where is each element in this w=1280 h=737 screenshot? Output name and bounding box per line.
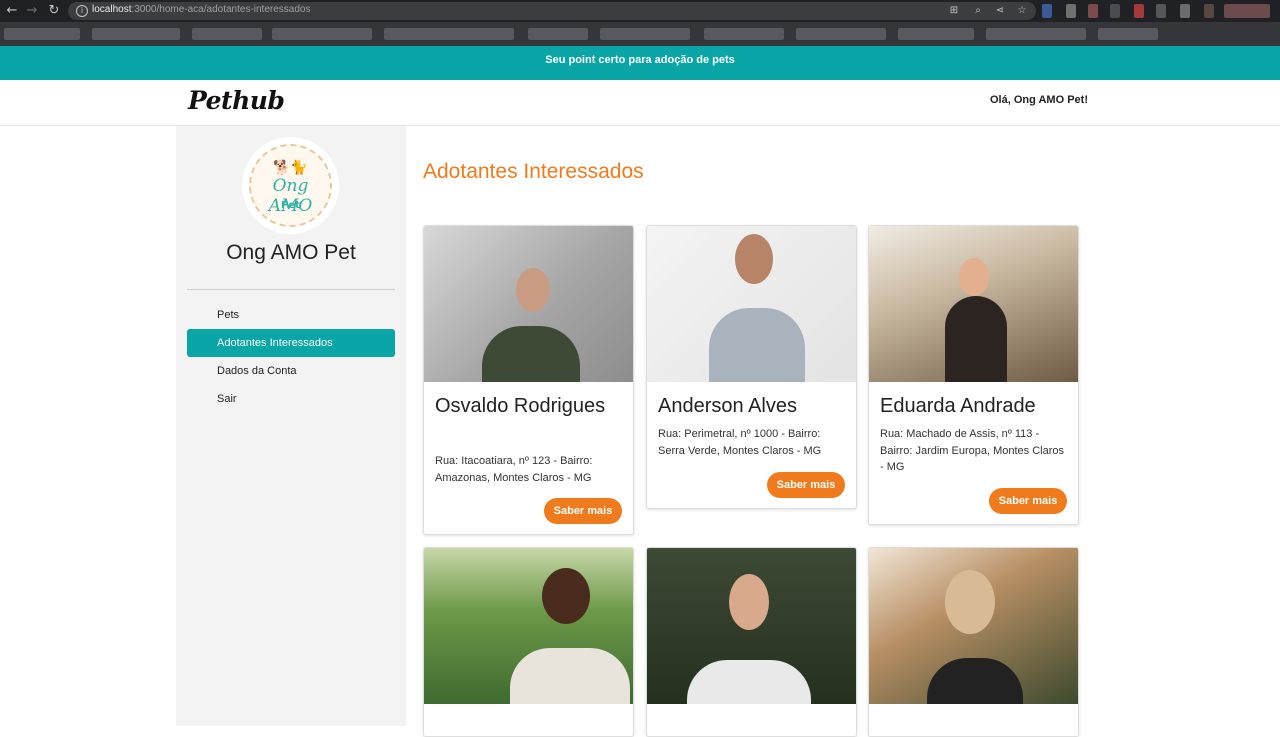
photo-figure bbox=[959, 258, 989, 296]
bookmark-item[interactable] bbox=[272, 28, 372, 40]
site-logo[interactable]: Pethub bbox=[188, 86, 285, 115]
org-logo-subtext: Pet bbox=[281, 200, 300, 211]
org-avatar: 🐕🐈 Ong AMO Pet bbox=[242, 137, 339, 234]
sidebar-item-pets[interactable]: Pets bbox=[187, 301, 395, 329]
profile-avatar[interactable] bbox=[1224, 4, 1270, 18]
adopter-card: Anderson Alves Rua: Perimetral, nº 1000 … bbox=[646, 225, 857, 509]
adopter-photo bbox=[424, 226, 633, 382]
url-text: localhost:3000/home-aca/adotantes-intere… bbox=[92, 4, 310, 15]
bookmark-item[interactable] bbox=[600, 28, 690, 40]
adopter-photo bbox=[869, 226, 1078, 382]
saber-mais-button[interactable]: Saber mais bbox=[767, 472, 845, 498]
bookmark-item[interactable] bbox=[192, 28, 262, 40]
site-header: Pethub Olá, Ong AMO Pet! bbox=[0, 80, 1280, 126]
photo-figure bbox=[735, 234, 773, 284]
sidebar-item-sair[interactable]: Sair bbox=[187, 385, 395, 413]
adopter-name: Anderson Alves bbox=[658, 395, 797, 417]
browser-toolbar: ← → ↻ i localhost:3000/home-aca/adotante… bbox=[0, 0, 1280, 22]
extension-icon[interactable] bbox=[1156, 4, 1166, 18]
bookmark-item[interactable] bbox=[704, 28, 784, 40]
extension-icon[interactable] bbox=[1088, 4, 1098, 18]
bookmark-item[interactable] bbox=[384, 28, 514, 40]
translate-icon[interactable]: ⊞ bbox=[948, 5, 960, 17]
photo-figure bbox=[709, 308, 805, 382]
share-icon[interactable]: ⋖ bbox=[994, 5, 1006, 17]
reload-icon[interactable]: ↻ bbox=[46, 3, 62, 19]
site-info-icon[interactable]: i bbox=[76, 5, 88, 17]
adopter-name: Eduarda Andrade bbox=[880, 395, 1036, 417]
top-banner: Seu point certo para adoção de pets bbox=[0, 46, 1280, 80]
bookmark-item[interactable] bbox=[1098, 28, 1158, 40]
adopter-photo bbox=[424, 548, 633, 704]
adopter-photo bbox=[647, 226, 856, 382]
adopter-photo bbox=[647, 548, 856, 704]
adopter-card bbox=[646, 547, 857, 737]
forward-icon[interactable]: → bbox=[24, 3, 40, 19]
extension-icon[interactable] bbox=[1066, 4, 1076, 18]
extension-icon[interactable] bbox=[1110, 4, 1120, 18]
photo-figure bbox=[510, 648, 630, 704]
bookmark-item[interactable] bbox=[898, 28, 974, 40]
extension-icon[interactable] bbox=[1134, 4, 1144, 18]
bookmarks-bar bbox=[0, 22, 1280, 46]
photo-figure bbox=[945, 296, 1007, 382]
address-bar[interactable]: i localhost:3000/home-aca/adotantes-inte… bbox=[68, 2, 1036, 20]
adopter-card bbox=[868, 547, 1079, 737]
saber-mais-button[interactable]: Saber mais bbox=[989, 488, 1067, 514]
adopter-photo bbox=[869, 548, 1078, 704]
page-title: Adotantes Interessados bbox=[423, 160, 644, 183]
adopter-address: Rua: Perimetral, nº 1000 - Bairro: Serra… bbox=[658, 428, 822, 457]
adopter-card: Osvaldo Rodrigues Rua: Itacoatiara, nº 1… bbox=[423, 225, 634, 535]
org-logo: 🐕🐈 Ong AMO Pet bbox=[249, 144, 332, 227]
adopter-name: Osvaldo Rodrigues bbox=[435, 395, 606, 417]
zoom-icon[interactable]: ⌕ bbox=[972, 5, 984, 17]
sidebar-divider bbox=[187, 289, 395, 290]
photo-figure bbox=[687, 660, 811, 704]
sidebar-item-adotantes-interessados[interactable]: Adotantes Interessados bbox=[187, 329, 395, 357]
bookmark-item[interactable] bbox=[986, 28, 1086, 40]
photo-figure bbox=[945, 570, 995, 634]
url-path: :3000/home-aca/adotantes-interessados bbox=[131, 4, 311, 15]
sidebar-menu: Pets Adotantes Interessados Dados da Con… bbox=[187, 301, 395, 413]
photo-figure bbox=[542, 568, 590, 624]
extension-icon[interactable] bbox=[1180, 4, 1190, 18]
banner-text: Seu point certo para adoção de pets bbox=[545, 54, 735, 66]
photo-figure bbox=[516, 268, 550, 312]
extension-icon[interactable] bbox=[1204, 4, 1214, 18]
photo-figure bbox=[482, 326, 580, 382]
adopter-address: Rua: Itacoatiara, nº 123 - Bairro: Amazo… bbox=[435, 455, 593, 484]
dog-cat-icon: 🐕🐈 bbox=[273, 160, 308, 176]
adopter-card: Eduarda Andrade Rua: Machado de Assis, n… bbox=[868, 225, 1079, 525]
url-host: localhost bbox=[92, 4, 132, 15]
adopter-card bbox=[423, 547, 634, 737]
bookmark-item[interactable] bbox=[92, 28, 180, 40]
sidebar-item-dados-da-conta[interactable]: Dados da Conta bbox=[187, 357, 395, 385]
photo-figure bbox=[927, 658, 1023, 704]
back-icon[interactable]: ← bbox=[4, 3, 20, 19]
bookmark-item[interactable] bbox=[528, 28, 588, 40]
saber-mais-button[interactable]: Saber mais bbox=[544, 498, 622, 524]
photo-figure bbox=[729, 574, 769, 630]
bookmark-item[interactable] bbox=[4, 28, 80, 40]
bookmark-star-icon[interactable]: ☆ bbox=[1016, 5, 1028, 17]
user-greeting: Olá, Ong AMO Pet! bbox=[990, 94, 1088, 106]
org-name: Ong AMO Pet bbox=[226, 241, 356, 264]
bookmark-item[interactable] bbox=[796, 28, 886, 40]
adopter-address: Rua: Machado de Assis, nº 113 - Bairro: … bbox=[880, 428, 1065, 473]
extension-icon[interactable] bbox=[1042, 4, 1052, 18]
sidebar: 🐕🐈 Ong AMO Pet Ong AMO Pet Pets Adotante… bbox=[176, 126, 406, 726]
